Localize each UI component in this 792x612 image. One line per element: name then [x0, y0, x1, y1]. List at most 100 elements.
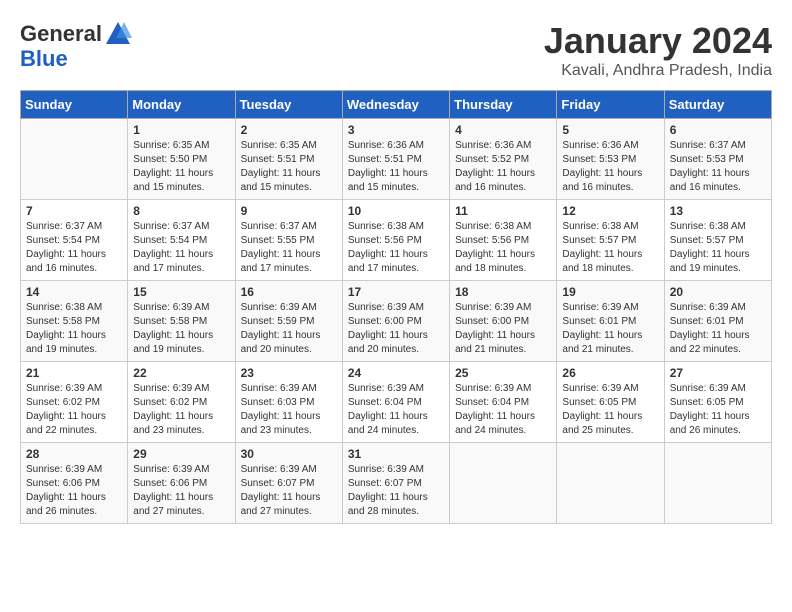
calendar-cell: 16 Sunrise: 6:39 AM Sunset: 5:59 PM Dayli… — [235, 281, 342, 362]
day-info: Sunrise: 6:39 AM Sunset: 6:01 PM Dayligh… — [670, 301, 766, 357]
day-number: 29 — [133, 447, 229, 461]
location-subtitle: Kavali, Andhra Pradesh, India — [544, 62, 772, 80]
day-number: 7 — [26, 204, 122, 218]
calendar-cell — [450, 443, 557, 524]
day-info: Sunrise: 6:38 AM Sunset: 5:56 PM Dayligh… — [348, 220, 444, 276]
weekday-header-sunday: Sunday — [21, 91, 128, 119]
calendar-cell: 27Sunrise: 6:39 AM Sunset: 6:05 PM Dayli… — [664, 362, 771, 443]
calendar-week-row: 7 Sunrise: 6:37 AM Sunset: 5:54 PM Daylig… — [21, 200, 772, 281]
day-number: 13 — [670, 204, 766, 218]
day-info: Sunrise: 6:39 AM Sunset: 5:58 PM Dayligh… — [133, 301, 229, 357]
calendar-cell: 12 Sunrise: 6:38 AM Sunset: 5:57 PM Dayli… — [557, 200, 664, 281]
day-number: 30 — [241, 447, 337, 461]
day-info: Sunrise: 6:36 AM Sunset: 5:52 PM Dayligh… — [455, 139, 551, 195]
day-number: 22 — [133, 366, 229, 380]
day-info: Sunrise: 6:39 AM Sunset: 6:02 PM Dayligh… — [133, 382, 229, 438]
day-number: 28 — [26, 447, 122, 461]
day-info: Sunrise: 6:39 AM Sunset: 5:59 PM Dayligh… — [241, 301, 337, 357]
day-info: Sunrise: 6:39 AM Sunset: 6:05 PM Dayligh… — [562, 382, 658, 438]
calendar-week-row: 21 Sunrise: 6:39 AM Sunset: 6:02 PM Dayli… — [21, 362, 772, 443]
calendar-cell: 21 Sunrise: 6:39 AM Sunset: 6:02 PM Dayli… — [21, 362, 128, 443]
calendar-cell: 31Sunrise: 6:39 AM Sunset: 6:07 PM Dayli… — [342, 443, 449, 524]
calendar-cell — [21, 119, 128, 200]
calendar-cell: 20Sunrise: 6:39 AM Sunset: 6:01 PM Dayli… — [664, 281, 771, 362]
day-info: Sunrise: 6:39 AM Sunset: 6:04 PM Dayligh… — [455, 382, 551, 438]
day-info: Sunrise: 6:37 AM Sunset: 5:53 PM Dayligh… — [670, 139, 766, 195]
day-number: 16 — [241, 285, 337, 299]
day-info: Sunrise: 6:37 AM Sunset: 5:54 PM Dayligh… — [26, 220, 122, 276]
day-number: 21 — [26, 366, 122, 380]
calendar-cell: 17 Sunrise: 6:39 AM Sunset: 6:00 PM Dayli… — [342, 281, 449, 362]
day-number: 3 — [348, 123, 444, 137]
day-info: Sunrise: 6:39 AM Sunset: 6:06 PM Dayligh… — [133, 463, 229, 519]
day-info: Sunrise: 6:38 AM Sunset: 5:57 PM Dayligh… — [670, 220, 766, 276]
calendar-cell: 26 Sunrise: 6:39 AM Sunset: 6:05 PM Dayli… — [557, 362, 664, 443]
calendar-cell: 2Sunrise: 6:35 AM Sunset: 5:51 PM Daylig… — [235, 119, 342, 200]
calendar-cell: 30 Sunrise: 6:39 AM Sunset: 6:07 PM Dayli… — [235, 443, 342, 524]
day-number: 26 — [562, 366, 658, 380]
calendar-cell: 28 Sunrise: 6:39 AM Sunset: 6:06 PM Dayli… — [21, 443, 128, 524]
calendar-cell: 19 Sunrise: 6:39 AM Sunset: 6:01 PM Dayli… — [557, 281, 664, 362]
month-year-title: January 2024 — [544, 20, 772, 62]
calendar-week-row: 14Sunrise: 6:38 AM Sunset: 5:58 PM Dayli… — [21, 281, 772, 362]
calendar-cell: 4Sunrise: 6:36 AM Sunset: 5:52 PM Daylig… — [450, 119, 557, 200]
day-info: Sunrise: 6:38 AM Sunset: 5:56 PM Dayligh… — [455, 220, 551, 276]
day-number: 14 — [26, 285, 122, 299]
calendar-cell: 8Sunrise: 6:37 AM Sunset: 5:54 PM Daylig… — [128, 200, 235, 281]
day-number: 25 — [455, 366, 551, 380]
calendar-cell: 13 Sunrise: 6:38 AM Sunset: 5:57 PM Dayli… — [664, 200, 771, 281]
calendar-cell: 14Sunrise: 6:38 AM Sunset: 5:58 PM Dayli… — [21, 281, 128, 362]
calendar-cell: 24 Sunrise: 6:39 AM Sunset: 6:04 PM Dayli… — [342, 362, 449, 443]
calendar-cell — [664, 443, 771, 524]
day-number: 23 — [241, 366, 337, 380]
day-number: 9 — [241, 204, 337, 218]
day-info: Sunrise: 6:39 AM Sunset: 6:00 PM Dayligh… — [348, 301, 444, 357]
day-number: 10 — [348, 204, 444, 218]
day-number: 5 — [562, 123, 658, 137]
day-number: 18 — [455, 285, 551, 299]
day-number: 19 — [562, 285, 658, 299]
calendar-cell — [557, 443, 664, 524]
calendar-cell: 11 Sunrise: 6:38 AM Sunset: 5:56 PM Dayli… — [450, 200, 557, 281]
day-number: 27 — [670, 366, 766, 380]
calendar-cell: 6 Sunrise: 6:37 AM Sunset: 5:53 PM Daylig… — [664, 119, 771, 200]
title-block: January 2024 Kavali, Andhra Pradesh, Ind… — [544, 20, 772, 80]
day-info: Sunrise: 6:39 AM Sunset: 6:07 PM Dayligh… — [241, 463, 337, 519]
day-number: 11 — [455, 204, 551, 218]
calendar-header-row: SundayMondayTuesdayWednesdayThursdayFrid… — [21, 91, 772, 119]
logo: General Blue — [20, 20, 132, 70]
calendar-cell: 3 Sunrise: 6:36 AM Sunset: 5:51 PM Daylig… — [342, 119, 449, 200]
page-header: General Blue January 2024 Kavali, Andhra… — [20, 20, 772, 80]
weekday-header-tuesday: Tuesday — [235, 91, 342, 119]
weekday-header-wednesday: Wednesday — [342, 91, 449, 119]
day-info: Sunrise: 6:36 AM Sunset: 5:51 PM Dayligh… — [348, 139, 444, 195]
logo-icon — [104, 20, 132, 48]
weekday-header-monday: Monday — [128, 91, 235, 119]
calendar-table: SundayMondayTuesdayWednesdayThursdayFrid… — [20, 90, 772, 524]
day-info: Sunrise: 6:36 AM Sunset: 5:53 PM Dayligh… — [562, 139, 658, 195]
day-info: Sunrise: 6:39 AM Sunset: 6:03 PM Dayligh… — [241, 382, 337, 438]
calendar-cell: 10 Sunrise: 6:38 AM Sunset: 5:56 PM Dayli… — [342, 200, 449, 281]
day-info: Sunrise: 6:39 AM Sunset: 6:04 PM Dayligh… — [348, 382, 444, 438]
day-info: Sunrise: 6:39 AM Sunset: 6:06 PM Dayligh… — [26, 463, 122, 519]
day-number: 1 — [133, 123, 229, 137]
calendar-cell: 9 Sunrise: 6:37 AM Sunset: 5:55 PM Daylig… — [235, 200, 342, 281]
day-info: Sunrise: 6:38 AM Sunset: 5:57 PM Dayligh… — [562, 220, 658, 276]
calendar-cell: 7 Sunrise: 6:37 AM Sunset: 5:54 PM Daylig… — [21, 200, 128, 281]
day-info: Sunrise: 6:39 AM Sunset: 6:02 PM Dayligh… — [26, 382, 122, 438]
day-info: Sunrise: 6:39 AM Sunset: 6:01 PM Dayligh… — [562, 301, 658, 357]
day-number: 12 — [562, 204, 658, 218]
day-number: 6 — [670, 123, 766, 137]
day-info: Sunrise: 6:37 AM Sunset: 5:55 PM Dayligh… — [241, 220, 337, 276]
calendar-cell: 15 Sunrise: 6:39 AM Sunset: 5:58 PM Dayli… — [128, 281, 235, 362]
day-info: Sunrise: 6:37 AM Sunset: 5:54 PM Dayligh… — [133, 220, 229, 276]
calendar-cell: 23 Sunrise: 6:39 AM Sunset: 6:03 PM Dayli… — [235, 362, 342, 443]
day-number: 24 — [348, 366, 444, 380]
day-number: 17 — [348, 285, 444, 299]
day-number: 15 — [133, 285, 229, 299]
calendar-cell: 25 Sunrise: 6:39 AM Sunset: 6:04 PM Dayli… — [450, 362, 557, 443]
weekday-header-friday: Friday — [557, 91, 664, 119]
calendar-cell: 1Sunrise: 6:35 AM Sunset: 5:50 PM Daylig… — [128, 119, 235, 200]
weekday-header-thursday: Thursday — [450, 91, 557, 119]
day-info: Sunrise: 6:35 AM Sunset: 5:51 PM Dayligh… — [241, 139, 337, 195]
